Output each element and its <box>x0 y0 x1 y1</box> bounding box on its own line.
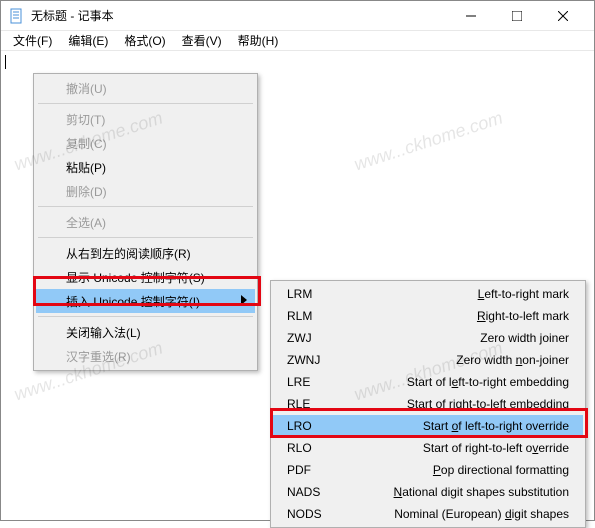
unicode-desc: Pop directional formatting <box>433 463 569 477</box>
unicode-item-nads[interactable]: NADS National digit shapes substitution <box>273 481 583 503</box>
unicode-desc: Start of right-to-left override <box>423 441 569 455</box>
unicode-item-rlo[interactable]: RLO Start of right-to-left override <box>273 437 583 459</box>
unicode-item-zwnj[interactable]: ZWNJ Zero width non-joiner <box>273 349 583 371</box>
notepad-window: 无标题 - 记事本 文件(F) 编辑(E) 格式(O) 查看(V) 帮助(H) … <box>0 0 595 521</box>
unicode-desc: Start of right-to-left embedding <box>407 397 569 411</box>
ctx-rtl[interactable]: 从右到左的阅读顺序(R) <box>36 241 255 265</box>
unicode-item-lro[interactable]: LRO Start of left-to-right override <box>273 415 583 437</box>
chevron-right-icon <box>241 294 247 308</box>
minimize-button[interactable] <box>448 1 494 31</box>
separator <box>38 316 253 317</box>
unicode-code: LRM <box>287 287 337 301</box>
ctx-copy[interactable]: 复制(C) <box>36 131 255 155</box>
unicode-item-pdf[interactable]: PDF Pop directional formatting <box>273 459 583 481</box>
unicode-desc: Zero width joiner <box>480 331 569 345</box>
close-button[interactable] <box>540 1 586 31</box>
menu-view[interactable]: 查看(V) <box>174 30 230 51</box>
unicode-code: NODS <box>287 507 337 521</box>
ctx-delete[interactable]: 删除(D) <box>36 179 255 203</box>
titlebar: 无标题 - 记事本 <box>1 1 594 31</box>
text-cursor <box>5 55 6 69</box>
separator <box>38 237 253 238</box>
ctx-selectall[interactable]: 全选(A) <box>36 210 255 234</box>
unicode-code: RLO <box>287 441 337 455</box>
unicode-desc: Zero width non-joiner <box>456 353 569 367</box>
ctx-show-unicode[interactable]: 显示 Unicode 控制字符(S) <box>36 265 255 289</box>
menu-file[interactable]: 文件(F) <box>5 30 60 51</box>
unicode-item-nods[interactable]: NODS Nominal (European) digit shapes <box>273 503 583 525</box>
unicode-item-lrm[interactable]: LRM Left-to-right mark <box>273 283 583 305</box>
unicode-code: PDF <box>287 463 337 477</box>
menu-help[interactable]: 帮助(H) <box>230 30 287 51</box>
unicode-desc: Nominal (European) digit shapes <box>394 507 569 521</box>
ctx-close-ime[interactable]: 关闭输入法(L) <box>36 320 255 344</box>
menu-format[interactable]: 格式(O) <box>116 30 173 51</box>
unicode-code: LRE <box>287 375 337 389</box>
separator <box>38 206 253 207</box>
unicode-code: ZWJ <box>287 331 337 345</box>
unicode-code: LRO <box>287 419 337 433</box>
unicode-item-rlm[interactable]: RLM Right-to-left mark <box>273 305 583 327</box>
unicode-item-rle[interactable]: RLE Start of right-to-left embedding <box>273 393 583 415</box>
unicode-code: ZWNJ <box>287 353 337 367</box>
ctx-insert-unicode-label: 插入 Unicode 控制字符(I) <box>66 293 200 310</box>
unicode-desc: Start of left-to-right embedding <box>407 375 569 389</box>
ctx-insert-unicode[interactable]: 插入 Unicode 控制字符(I) <box>36 289 255 313</box>
menu-edit[interactable]: 编辑(E) <box>60 30 116 51</box>
unicode-item-zwj[interactable]: ZWJ Zero width joiner <box>273 327 583 349</box>
ctx-reconvert[interactable]: 汉字重选(R) <box>36 344 255 368</box>
unicode-code: RLE <box>287 397 337 411</box>
unicode-desc: Start of left-to-right override <box>423 419 569 433</box>
unicode-desc: Left-to-right mark <box>478 287 569 301</box>
unicode-code: NADS <box>287 485 337 499</box>
menubar: 文件(F) 编辑(E) 格式(O) 查看(V) 帮助(H) <box>1 31 594 51</box>
ctx-cut[interactable]: 剪切(T) <box>36 107 255 131</box>
unicode-item-lre[interactable]: LRE Start of left-to-right embedding <box>273 371 583 393</box>
app-icon <box>9 8 25 24</box>
unicode-submenu: LRM Left-to-right mark RLM Right-to-left ma… <box>270 280 586 528</box>
separator <box>38 103 253 104</box>
window-title: 无标题 - 记事本 <box>31 7 448 24</box>
maximize-button[interactable] <box>494 1 540 31</box>
ctx-paste[interactable]: 粘贴(P) <box>36 155 255 179</box>
unicode-code: RLM <box>287 309 337 323</box>
context-menu: 撤消(U) 剪切(T) 复制(C) 粘贴(P) 删除(D) 全选(A) 从右到左… <box>33 73 258 371</box>
unicode-desc: National digit shapes substitution <box>394 485 569 499</box>
ctx-undo[interactable]: 撤消(U) <box>36 76 255 100</box>
unicode-desc: Right-to-left mark <box>477 309 569 323</box>
